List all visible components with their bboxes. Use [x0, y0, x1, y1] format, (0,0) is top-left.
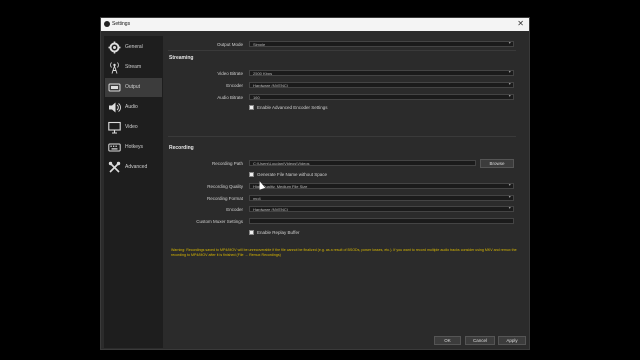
- streaming-heading: Streaming: [169, 55, 194, 61]
- output-mode-select[interactable]: Simple: [249, 41, 514, 47]
- sidebar-item-label: Output: [125, 84, 141, 90]
- sidebar-item-label: Hotkeys: [125, 144, 144, 150]
- cancel-button[interactable]: Cancel: [465, 336, 495, 345]
- keyboard-icon: [108, 143, 121, 152]
- sidebar-item-output[interactable]: Output: [105, 78, 162, 97]
- recording-format-label: Recording Format: [206, 196, 243, 201]
- settings-window: Settings ✕ General Stream Output Audio V…: [100, 17, 530, 350]
- no-space-filename-label: Generate File Name without Space: [257, 172, 328, 177]
- browse-button[interactable]: Browse: [480, 159, 514, 168]
- broadcast-icon: [110, 62, 119, 74]
- obs-app-icon: [104, 21, 110, 27]
- output-icon: [108, 83, 121, 92]
- speaker-icon: [109, 102, 121, 113]
- mp4-warning-text: Warning: Recordings saved to MP4/MOV wil…: [171, 248, 517, 258]
- close-icon[interactable]: ✕: [517, 19, 524, 28]
- recording-format-select[interactable]: mp4: [249, 195, 514, 201]
- custom-muxer-label: Custom Muxer Settings: [196, 219, 243, 224]
- window-title: Settings: [112, 21, 131, 27]
- recording-path-input[interactable]: C:\Users\Loudan\Videos\Videos: [249, 160, 476, 166]
- recording-encoder-label: Encoder: [226, 207, 243, 212]
- divider: [168, 50, 516, 51]
- advanced-encoder-checkbox[interactable]: [249, 105, 254, 110]
- custom-muxer-input[interactable]: [249, 218, 514, 224]
- no-space-filename-checkbox[interactable]: [249, 172, 254, 177]
- video-bitrate-label: Video Bitrate: [217, 71, 243, 76]
- streaming-encoder-label: Encoder: [226, 83, 243, 88]
- gear-icon: [108, 41, 121, 54]
- output-mode-label: Output Mode: [216, 42, 243, 47]
- sidebar-item-label: Audio: [125, 104, 138, 110]
- sidebar-item-stream[interactable]: Stream: [105, 58, 162, 77]
- tools-icon: [108, 161, 121, 173]
- recording-quality-label: Recording Quality: [207, 184, 243, 189]
- sidebar-item-general[interactable]: General: [105, 38, 162, 57]
- video-bitrate-stepper[interactable]: 2500 Kbps: [249, 70, 514, 76]
- recording-quality-select[interactable]: High Quality, Medium File Size: [249, 183, 514, 189]
- monitor-icon: [108, 121, 121, 134]
- sidebar-item-label: Stream: [125, 64, 142, 70]
- audio-bitrate-label: Audio Bitrate: [217, 95, 243, 100]
- settings-sidebar: General Stream Output Audio Video Hotkey…: [104, 36, 163, 348]
- ok-button[interactable]: OK: [434, 336, 461, 345]
- audio-bitrate-select[interactable]: 160: [249, 94, 514, 100]
- replay-buffer-label: Enable Replay Buffer: [257, 230, 300, 235]
- recording-heading: Recording: [169, 145, 194, 151]
- title-bar: Settings ✕: [101, 18, 529, 31]
- sidebar-item-label: Advanced: [125, 164, 148, 170]
- output-settings-panel: Output Mode Simple Streaming Video Bitra…: [168, 36, 522, 336]
- sidebar-item-hotkeys[interactable]: Hotkeys: [105, 138, 162, 157]
- sidebar-item-advanced[interactable]: Advanced: [105, 158, 162, 177]
- sidebar-item-audio[interactable]: Audio: [105, 98, 162, 117]
- divider: [168, 136, 516, 137]
- sidebar-item-label: General: [125, 44, 143, 50]
- apply-button[interactable]: Apply: [498, 336, 526, 345]
- sidebar-item-label: Video: [125, 124, 138, 130]
- recording-path-label: Recording Path: [211, 161, 243, 166]
- sidebar-item-video[interactable]: Video: [105, 118, 162, 137]
- recording-encoder-select[interactable]: Hardware (NVENC): [249, 206, 514, 212]
- replay-buffer-checkbox[interactable]: [249, 230, 254, 235]
- streaming-encoder-select[interactable]: Hardware (NVENC): [249, 82, 514, 88]
- advanced-encoder-label: Enable Advanced Encoder Settings: [257, 105, 328, 110]
